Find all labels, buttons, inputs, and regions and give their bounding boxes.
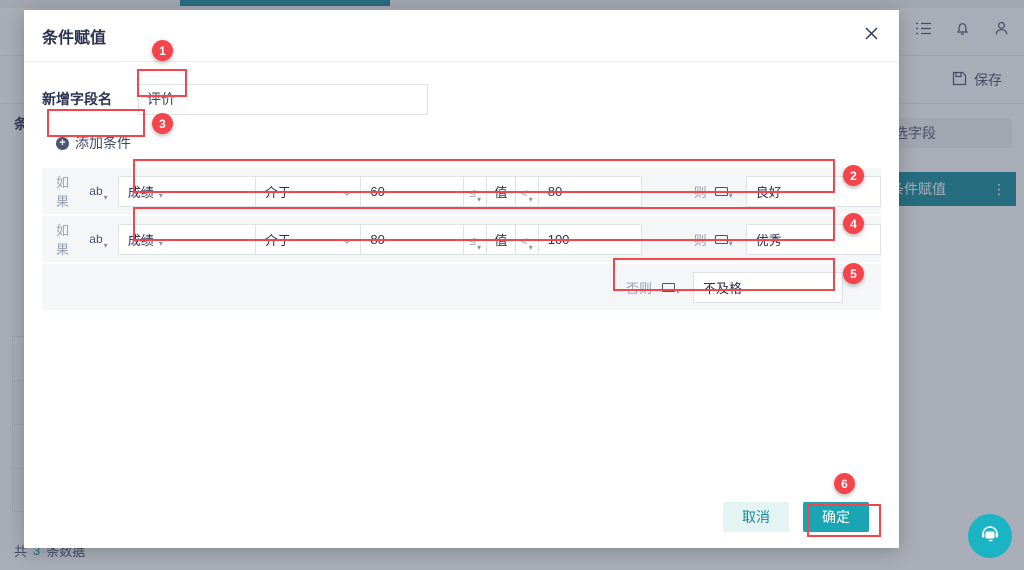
lower-comparison-select[interactable]: ≤ ▾ bbox=[464, 223, 487, 255]
new-field-name-label: 新增字段名 bbox=[42, 91, 112, 107]
condition-row: 如果 ab ▾ 成绩 ▾ 介于 80 ≤ ▾ 值 < ▾ 100 则 ▾ 优秀 bbox=[42, 216, 882, 264]
field-select-value: 成绩 bbox=[127, 232, 154, 248]
new-field-name-input[interactable]: 评价 bbox=[138, 83, 428, 115]
annotation-badge-2: 2 bbox=[843, 165, 864, 186]
operator-value: 介于 bbox=[264, 232, 291, 248]
operator-select[interactable]: 介于 bbox=[254, 175, 362, 207]
if-label: 如果 bbox=[56, 223, 70, 257]
headset-support-icon bbox=[979, 523, 1001, 550]
conditional-assignment-dialog: 条件赋值 新增字段名 评价 + 添加条件 如果 ab ▾ 成绩 ▾ 介于 60 … bbox=[24, 10, 899, 548]
caret-down-icon: ▾ bbox=[158, 238, 163, 248]
operator-value: 介于 bbox=[264, 184, 291, 200]
confirm-button[interactable]: 确定 bbox=[803, 502, 869, 532]
add-condition-button[interactable]: + 添加条件 bbox=[56, 130, 131, 156]
ab-type-icon[interactable]: ab ▾ bbox=[89, 232, 107, 250]
annotation-badge-3: 3 bbox=[152, 113, 173, 134]
chevron-down-icon bbox=[342, 184, 352, 199]
else-label: 否则 bbox=[625, 280, 652, 296]
annotation-badge-1: 1 bbox=[152, 40, 173, 61]
text-field-icon[interactable]: ▾ bbox=[714, 234, 733, 248]
upper-bound-input[interactable]: 100 bbox=[538, 223, 642, 255]
add-condition-label: 添加条件 bbox=[75, 135, 131, 151]
caret-down-icon: ▾ bbox=[158, 190, 163, 200]
new-field-name-row: 新增字段名 评价 bbox=[42, 82, 899, 116]
condition-list: 如果 ab ▾ 成绩 ▾ 介于 60 ≤ ▾ 值 < ▾ 80 则 ▾ 良好 如… bbox=[42, 168, 882, 312]
text-field-icon[interactable]: ▾ bbox=[661, 282, 680, 296]
then-label: 则 bbox=[693, 184, 707, 200]
support-chat-button[interactable] bbox=[968, 514, 1012, 558]
else-result-input[interactable]: 不及格 bbox=[693, 271, 843, 303]
field-select[interactable]: 成绩 ▾ bbox=[117, 223, 255, 255]
operator-select[interactable]: 介于 bbox=[254, 223, 362, 255]
value-label: 值 bbox=[486, 223, 516, 255]
dialog-title: 条件赋值 bbox=[42, 29, 107, 47]
annotation-badge-6: 6 bbox=[834, 473, 855, 494]
plus-circle-icon: + bbox=[56, 136, 69, 150]
condition-row: 如果 ab ▾ 成绩 ▾ 介于 60 ≤ ▾ 值 < ▾ 80 则 ▾ 良好 bbox=[42, 168, 882, 216]
ab-type-icon[interactable]: ab ▾ bbox=[89, 184, 107, 202]
close-icon[interactable] bbox=[861, 26, 881, 46]
then-label: 则 bbox=[693, 232, 707, 248]
cancel-button[interactable]: 取消 bbox=[723, 502, 789, 532]
upper-comparison-select[interactable]: < ▾ bbox=[515, 175, 539, 207]
text-field-icon[interactable]: ▾ bbox=[714, 186, 733, 200]
upper-bound-input[interactable]: 80 bbox=[538, 175, 642, 207]
chevron-down-icon bbox=[342, 232, 352, 247]
field-select[interactable]: 成绩 ▾ bbox=[117, 175, 255, 207]
else-row: 否则 ▾ 不及格 bbox=[42, 264, 881, 312]
lower-bound-input[interactable]: 60 bbox=[361, 175, 465, 207]
lower-bound-input[interactable]: 80 bbox=[361, 223, 465, 255]
lower-comparison-select[interactable]: ≤ ▾ bbox=[464, 175, 487, 207]
upper-comparison-select[interactable]: < ▾ bbox=[515, 223, 539, 255]
value-label: 值 bbox=[486, 175, 516, 207]
if-label: 如果 bbox=[56, 175, 70, 209]
field-select-value: 成绩 bbox=[127, 184, 154, 200]
annotation-badge-4: 4 bbox=[843, 213, 864, 234]
annotation-badge-5: 5 bbox=[843, 263, 864, 284]
dialog-footer: 取消 确定 bbox=[24, 486, 899, 548]
